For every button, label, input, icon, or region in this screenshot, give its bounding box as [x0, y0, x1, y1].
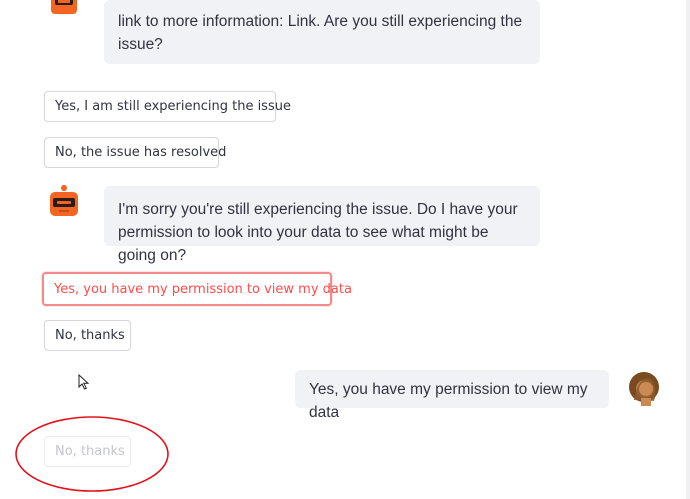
message-text: Yes, you have my permission to view my d… [309, 381, 588, 421]
message-text-line: link to more information: Link. Are you … [118, 13, 523, 30]
annotation-circle [15, 416, 169, 492]
still-experiencing-button[interactable]: Yes, I am still experiencing the issue [44, 91, 291, 122]
page-scrollbar[interactable] [686, 0, 690, 499]
user-message: Yes, you have my permission to view my d… [295, 370, 609, 421]
message-text-line: permission to look into your data to see… [118, 224, 489, 264]
bot-avatar-icon [50, 185, 78, 216]
assistant-message: link to more information: Link. Are you … [104, 0, 540, 64]
mouse-cursor-icon [78, 374, 90, 390]
message-text-line: I'm sorry you're still experiencing the … [118, 201, 518, 218]
issue-resolved-button[interactable]: No, the issue has resolved [44, 137, 226, 168]
message-text-line: issue? [118, 36, 163, 53]
user-avatar-icon [629, 372, 659, 406]
no-thanks-button[interactable]: No, thanks [44, 320, 131, 351]
bot-avatar-icon [51, 0, 77, 14]
assistant-message: I'm sorry you're still experiencing the … [104, 186, 540, 264]
grant-permission-button[interactable]: Yes, you have my permission to view my d… [42, 272, 352, 306]
